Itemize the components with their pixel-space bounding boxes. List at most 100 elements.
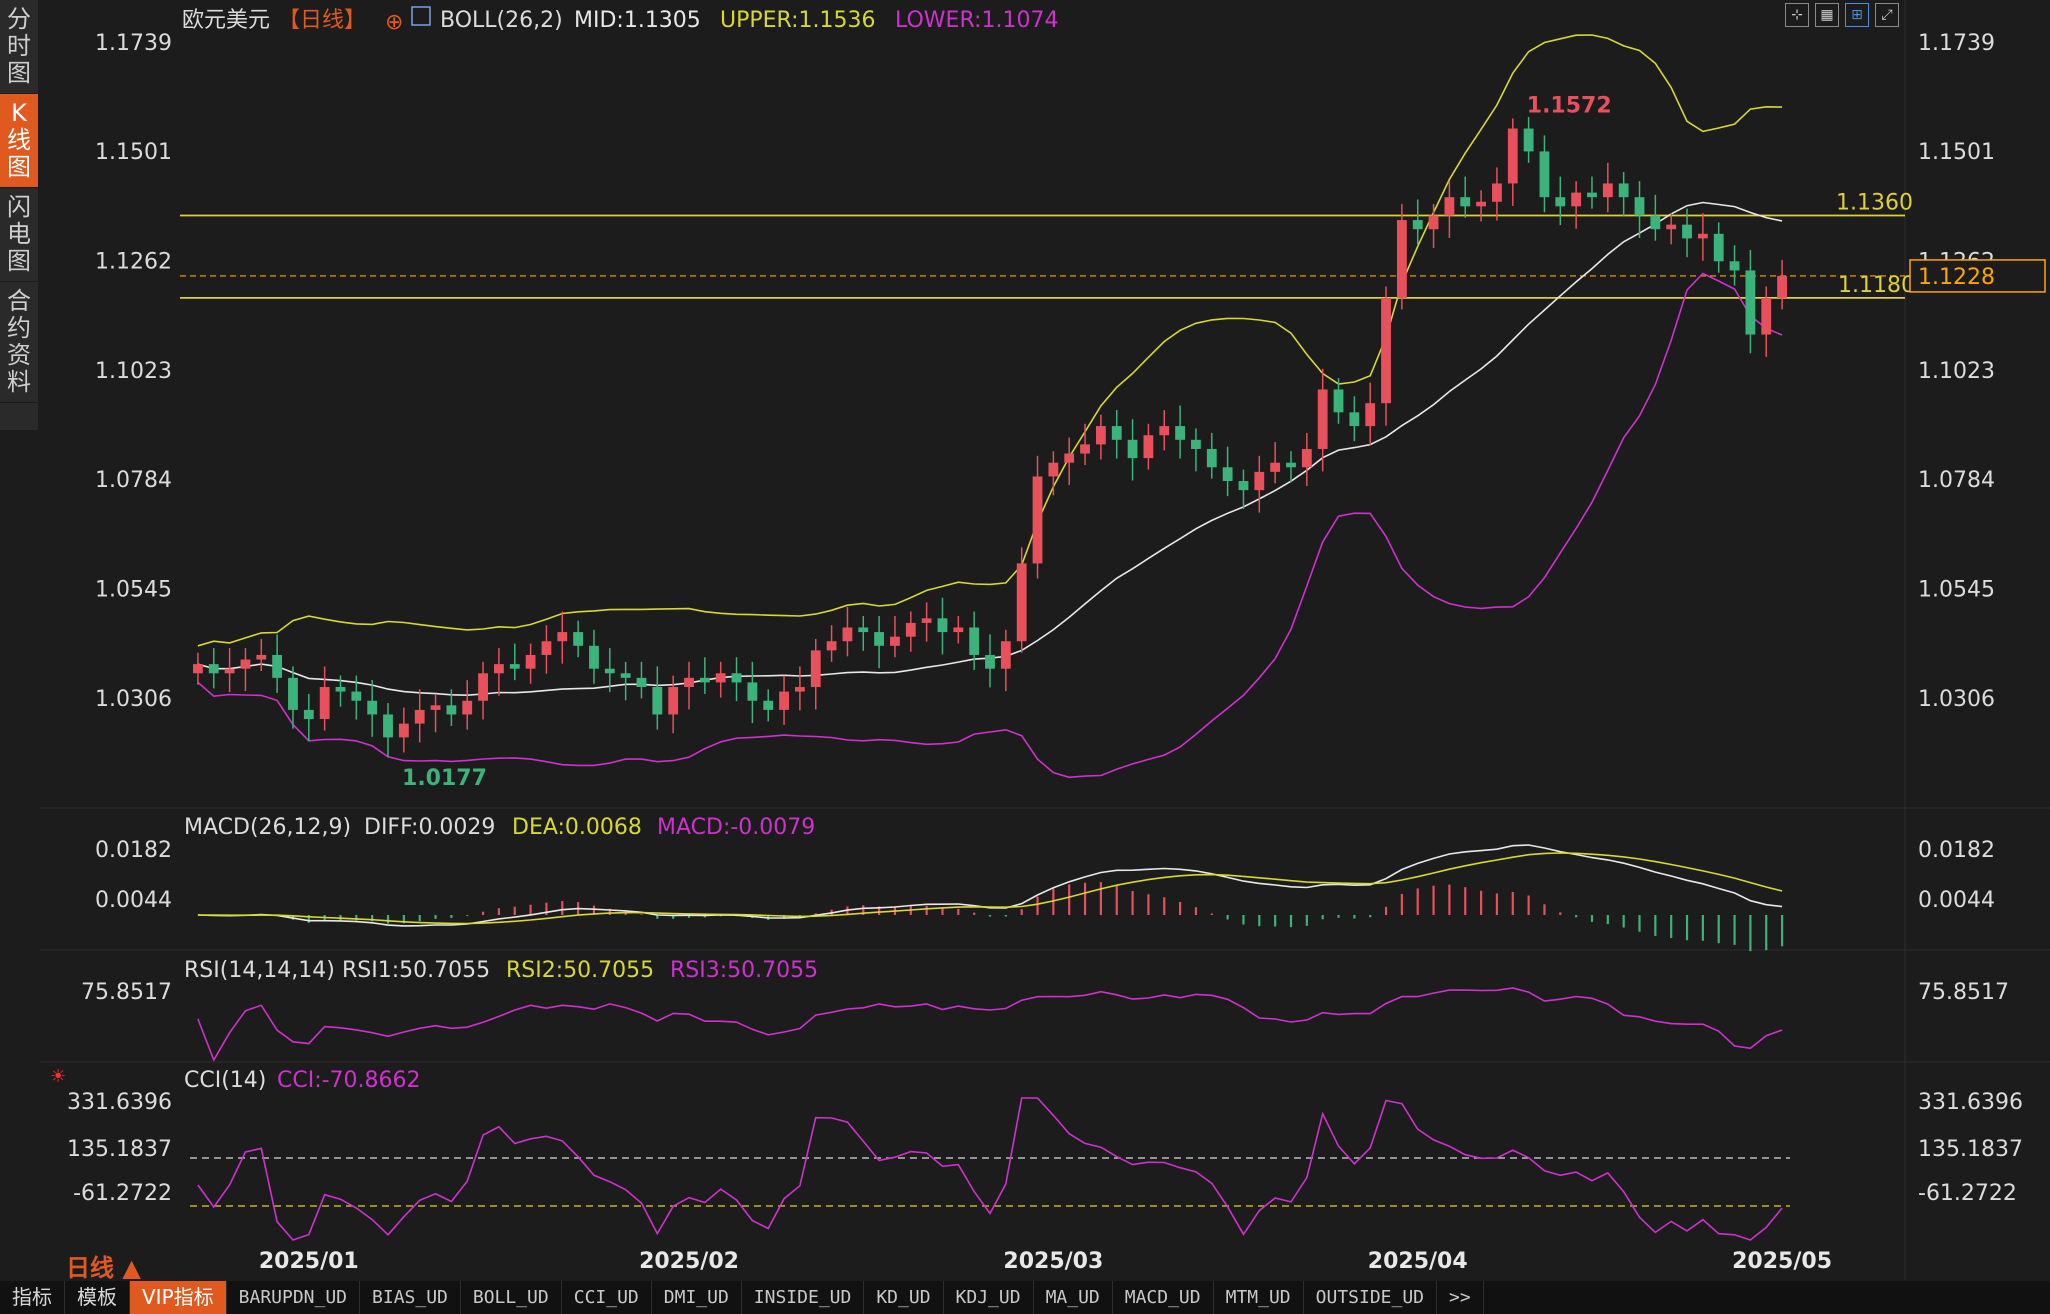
price-tick-left: 1.1739 [95, 31, 172, 56]
bottom-tab-barupdn-ud[interactable]: BARUPDN_UD [227, 1281, 361, 1314]
rsi1-value: RSI1:50.7055 [342, 958, 490, 983]
candle-body [319, 687, 330, 720]
plus-circle-icon: ⊕ [385, 10, 403, 35]
boll-upper-line [197, 34, 1783, 647]
candle-body [509, 664, 520, 669]
candle-body [1032, 476, 1043, 564]
candle-body [1396, 220, 1407, 298]
candle-body [668, 687, 679, 715]
candle-body [620, 673, 631, 678]
candle-body [1650, 215, 1661, 230]
chart-icon [411, 6, 431, 26]
candle-body [747, 682, 758, 701]
resistance-label: 1.1360 [1836, 190, 1913, 215]
candle-body [1159, 426, 1170, 436]
candle-body [1270, 462, 1281, 472]
candle-body [1745, 270, 1756, 335]
candle-body [1301, 448, 1312, 468]
bottom-tab-kdj-ud[interactable]: KDJ_UD [944, 1281, 1034, 1314]
bottom-tab-cci-ud[interactable]: CCI_UD [562, 1281, 652, 1314]
bottom-tab-bias-ud[interactable]: BIAS_UD [360, 1281, 461, 1314]
candle-body [1460, 197, 1471, 207]
cci-line [197, 1097, 1783, 1241]
candle-body [478, 673, 488, 701]
candle-body [1682, 224, 1692, 239]
price-tick-right: 1.1739 [1918, 31, 1995, 56]
candle-body [1191, 439, 1201, 449]
price-tick-left: 1.1501 [95, 140, 172, 165]
candle-body [826, 641, 837, 651]
bottom-tab-outside-ud[interactable]: OUTSIDE_UD [1304, 1281, 1438, 1314]
support-label: 1.1180 [1838, 273, 1915, 298]
candle-body [1555, 197, 1566, 207]
candle-body [794, 687, 805, 692]
candle-body [494, 664, 504, 674]
bottom-tab--[interactable]: >> [1437, 1281, 1484, 1314]
candle-body [985, 654, 995, 669]
period-selector[interactable]: 日线 ▲ [66, 1248, 141, 1283]
cci-value: CCI:-70.8662 [277, 1068, 421, 1093]
candle-body [1539, 151, 1550, 198]
candle-body [1412, 220, 1423, 230]
candle-body [905, 622, 916, 637]
candle-body [715, 673, 726, 683]
candle-body [1238, 481, 1249, 491]
candle-body [1254, 471, 1265, 491]
candle-body [351, 691, 362, 701]
candle-body [272, 654, 283, 678]
bottom-tab-macd-ud[interactable]: MACD_UD [1113, 1281, 1214, 1314]
bottom-tab--[interactable]: 模板 [65, 1281, 130, 1314]
candle-body [367, 700, 378, 715]
rsi-tick-right: 75.8517 [1918, 980, 2009, 1005]
settings-icon: ☀ [50, 1066, 66, 1087]
boll-toggle-icon[interactable]: ⊞ [1845, 3, 1869, 27]
candle-body [1381, 297, 1391, 404]
rsi-tick-left: 75.8517 [81, 980, 172, 1005]
candle-body [1175, 426, 1186, 440]
bottom-tab-inside-ud[interactable]: INSIDE_UD [742, 1281, 865, 1314]
rsi2-value: RSI2:50.7055 [506, 958, 654, 983]
kline-chart[interactable]: MACD(26,12,9) DIFF:0.0029 DEA:0.0068 MACD:-… [0, 0, 2050, 1280]
bottom-tab--[interactable]: 指标 [0, 1281, 65, 1314]
bottom-tab-vip-[interactable]: VIP指标 [130, 1281, 227, 1314]
cci-tick-left: 331.6396 [67, 1090, 172, 1115]
price-tick-right: 1.0784 [1918, 468, 1995, 493]
candle-body [240, 659, 251, 669]
crosshair-icon[interactable]: ⊹ [1785, 3, 1809, 27]
grid-icon[interactable]: ▦ [1815, 3, 1839, 27]
candle-body [890, 636, 900, 646]
price-tick-left: 1.0545 [95, 578, 172, 603]
candle-body [1713, 233, 1724, 262]
candle-body [573, 632, 584, 646]
candle-body [383, 714, 393, 738]
rsi-label: RSI(14,14,14) [184, 958, 335, 983]
expand-icon[interactable]: ⤢ [1875, 3, 1899, 27]
bottom-tab-dmi-ud[interactable]: DMI_UD [652, 1281, 742, 1314]
candle-body [1127, 439, 1138, 459]
candle-body [699, 677, 710, 683]
price-tick-right: 1.0545 [1918, 578, 1995, 603]
candle-body [763, 700, 774, 710]
candle-body [652, 687, 663, 715]
bottom-tab-boll-ud[interactable]: BOLL_UD [461, 1281, 562, 1314]
bottom-tab-kd-ud[interactable]: KD_UD [864, 1281, 944, 1314]
candle-body [937, 618, 948, 633]
price-tick-right: 1.1501 [1918, 140, 1995, 165]
bottom-tab-ma-ud[interactable]: MA_UD [1034, 1281, 1113, 1314]
macd-value: MACD:-0.0079 [657, 815, 815, 840]
candle-body [604, 668, 615, 674]
price-tick-left: 1.0306 [95, 687, 172, 712]
candle-body [1634, 197, 1645, 216]
rsi-line [197, 987, 1783, 1062]
candle-body [1064, 453, 1075, 463]
candle-body [430, 705, 441, 710]
indicator-tab-bar: 指标 模板 VIP指标 BARUPDN_UD BIAS_UD BOLL_UD CCI_UD D… [0, 1281, 2050, 1314]
bottom-tab-mtm-ud[interactable]: MTM_UD [1214, 1281, 1304, 1314]
candle-body [335, 687, 346, 692]
cci-tick-left: 135.1837 [67, 1137, 172, 1162]
boll-label: BOLL(26,2) [440, 8, 563, 33]
candle-body [969, 627, 980, 655]
boll-mid-value: MID:1.1305 [574, 8, 701, 33]
candle-body [1602, 183, 1613, 198]
candle-body [303, 709, 314, 720]
